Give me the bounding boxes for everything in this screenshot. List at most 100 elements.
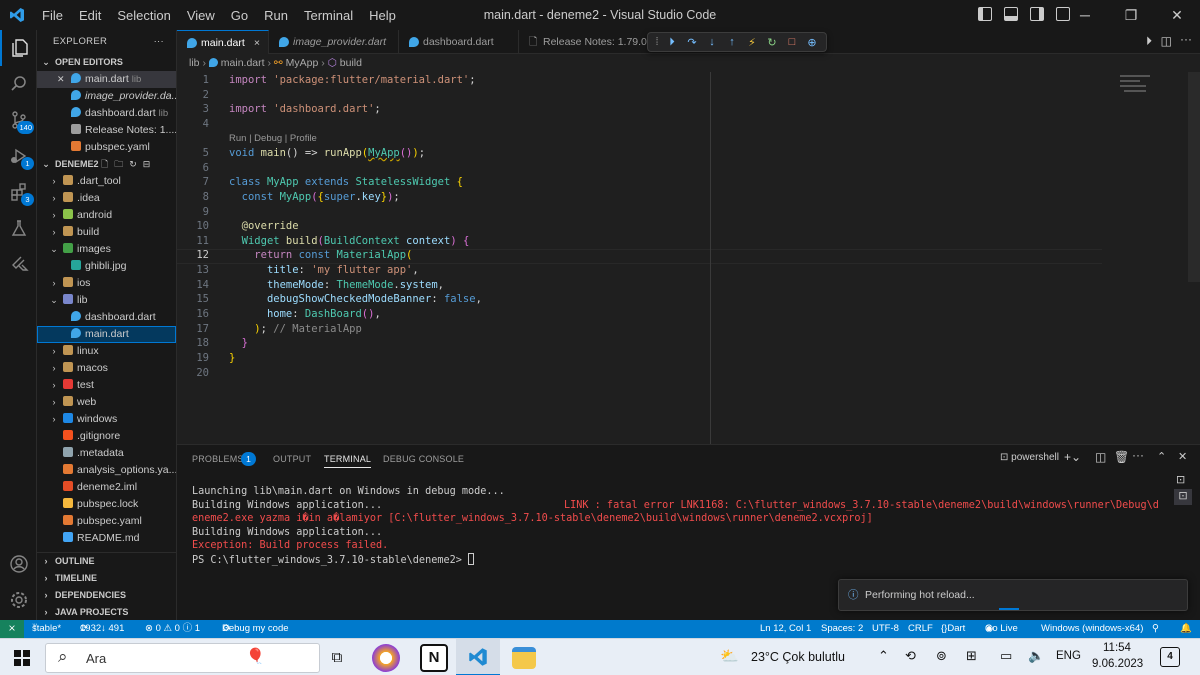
- eol[interactable]: CRLF: [908, 620, 933, 638]
- explorer-more-icon[interactable]: ···: [154, 30, 164, 54]
- tree-item[interactable]: › macos: [37, 360, 176, 377]
- tree-item[interactable]: pubspec.lock: [37, 496, 176, 513]
- tree-item[interactable]: dashboard.dart: [37, 309, 176, 326]
- explorer-actions-icons[interactable]: 🗋🗀↻⊟: [101, 156, 156, 173]
- tree-item[interactable]: main.dart: [37, 326, 176, 343]
- tab-dashboard[interactable]: dashboard.dart: [399, 30, 519, 54]
- menu-terminal[interactable]: Terminal: [296, 8, 361, 23]
- tab-output[interactable]: OUTPUT: [273, 454, 311, 464]
- menu-selection[interactable]: Selection: [109, 8, 178, 23]
- stop-icon[interactable]: □: [782, 36, 802, 48]
- encoding[interactable]: UTF-8: [872, 620, 899, 638]
- tab-main-dart[interactable]: main.dart ×: [177, 30, 269, 54]
- open-editors-header[interactable]: ⌄ OPEN EDITORS: [37, 54, 176, 71]
- menu-view[interactable]: View: [179, 8, 223, 23]
- notification-center-icon[interactable]: 4: [1160, 647, 1180, 667]
- restart-icon[interactable]: ↻: [762, 36, 782, 49]
- tree-item[interactable]: analysis_options.ya...: [37, 462, 176, 479]
- battery-icon[interactable]: ▭: [1000, 648, 1012, 664]
- section-header[interactable]: › OUTLINE: [37, 553, 176, 570]
- notion-app-icon[interactable]: N: [420, 644, 448, 672]
- show-hidden-icons-chevron-icon[interactable]: ⌃: [878, 648, 889, 664]
- device-selector[interactable]: Windows (windows-x64): [1041, 620, 1143, 638]
- menu-file[interactable]: File: [34, 8, 71, 23]
- terminal-profile[interactable]: ⊡ powershell: [1000, 452, 1059, 463]
- open-editor-item[interactable]: Release Notes: 1....: [37, 122, 176, 139]
- tree-item[interactable]: › windows: [37, 411, 176, 428]
- tree-item[interactable]: › web: [37, 394, 176, 411]
- indentation[interactable]: Spaces: 2: [821, 620, 863, 638]
- tree-item[interactable]: › .idea: [37, 190, 176, 207]
- flutter-icon[interactable]: [0, 246, 37, 282]
- continue-icon[interactable]: ⏵: [662, 36, 682, 49]
- clock-time[interactable]: 11:54: [1103, 642, 1131, 654]
- kill-terminal-icon[interactable]: 🗑: [1114, 450, 1129, 464]
- step-into-icon[interactable]: ↓: [702, 36, 722, 48]
- split-terminal-icon[interactable]: ◫: [1095, 450, 1106, 464]
- open-editor-item[interactable]: image_provider.da...: [37, 88, 176, 105]
- toggle-sidebar-icon[interactable]: [978, 7, 992, 21]
- maximize-panel-icon[interactable]: ⌃: [1157, 450, 1166, 463]
- more-panel-icon[interactable]: ···: [1132, 448, 1144, 462]
- tree-item[interactable]: › linux: [37, 343, 176, 360]
- windows-start-icon[interactable]: [14, 650, 30, 666]
- tree-item[interactable]: .gitignore: [37, 428, 176, 445]
- tab-debug-console[interactable]: DEBUG CONSOLE: [383, 454, 464, 464]
- tree-item[interactable]: README.md: [37, 530, 176, 547]
- settings-gear-icon[interactable]: [0, 582, 37, 618]
- hot-reload-icon[interactable]: ⚡: [742, 36, 762, 49]
- tab-close-icon[interactable]: ×: [254, 31, 260, 55]
- extensions-icon[interactable]: 3: [0, 174, 37, 210]
- split-editor-icon[interactable]: ◫: [1161, 34, 1172, 48]
- section-header[interactable]: › TIMELINE: [37, 570, 176, 587]
- menu-run[interactable]: Run: [256, 8, 296, 23]
- close-window-button[interactable]: ✕: [1154, 0, 1200, 30]
- codelens-run-debug[interactable]: Run | Debug | Profile: [229, 133, 317, 144]
- toggle-panel-icon[interactable]: [1004, 7, 1018, 21]
- restore-button[interactable]: ❐: [1108, 0, 1154, 30]
- open-editor-item[interactable]: ✕ main.dart lib: [37, 71, 176, 88]
- tree-item[interactable]: ⌄ lib: [37, 292, 176, 309]
- tree-item[interactable]: › android: [37, 207, 176, 224]
- account-icon[interactable]: [0, 546, 37, 582]
- section-header[interactable]: › DEPENDENCIES: [37, 587, 176, 604]
- open-editor-item[interactable]: dashboard.dart lib: [37, 105, 176, 122]
- taskbar-search[interactable]: ⌕ Ara 🎈: [45, 643, 320, 673]
- tray-sync-icon[interactable]: ⟲: [905, 648, 916, 664]
- tree-item[interactable]: › ios: [37, 275, 176, 292]
- terminal-list-icon[interactable]: ⊡: [1176, 473, 1185, 486]
- tree-item[interactable]: .metadata: [37, 445, 176, 462]
- project-header[interactable]: ⌄ DENEME2 🗋🗀↻⊟: [37, 156, 176, 173]
- toggle-secondary-sidebar-icon[interactable]: [1030, 7, 1044, 21]
- weather-text[interactable]: 23°C Çok bulutlu: [751, 650, 845, 664]
- breadcrumb-file[interactable]: main.dart: [221, 57, 265, 69]
- remote-icon[interactable]: ⨯: [0, 620, 24, 638]
- source-control-icon[interactable]: 140: [0, 102, 37, 138]
- file-explorer-icon[interactable]: [512, 647, 536, 669]
- tree-item[interactable]: › build: [37, 224, 176, 241]
- editor-scrollbar[interactable]: [1188, 72, 1200, 282]
- vscode-taskbar-icon[interactable]: [456, 639, 500, 675]
- breadcrumb-class[interactable]: MyApp: [286, 57, 319, 69]
- tree-item[interactable]: ghibli.jpg: [37, 258, 176, 275]
- cursor-position[interactable]: Ln 12, Col 1: [760, 620, 811, 638]
- input-language[interactable]: ENG: [1056, 650, 1081, 662]
- feedback-icon[interactable]: ⚲: [1152, 620, 1159, 638]
- inspect-icon[interactable]: ⊕: [802, 36, 822, 49]
- tree-item[interactable]: › .dart_tool: [37, 173, 176, 190]
- language-mode[interactable]: {} Dart: [941, 620, 965, 638]
- volume-icon[interactable]: 🔈: [1028, 648, 1044, 664]
- problems-status[interactable]: ⊗ 0 ⚠ 0 ⓘ 1: [145, 620, 200, 638]
- tree-item[interactable]: deneme2.iml: [37, 479, 176, 496]
- browser-app-icon[interactable]: [372, 644, 400, 672]
- menu-edit[interactable]: Edit: [71, 8, 109, 23]
- breadcrumb-lib[interactable]: lib: [189, 57, 200, 69]
- run-action-icon[interactable]: ⏵: [1146, 34, 1152, 49]
- section-header[interactable]: › JAVA PROJECTS: [37, 604, 176, 620]
- explorer-icon[interactable]: [0, 30, 37, 66]
- tab-release-notes[interactable]: 🗋 Release Notes: 1.79.0: [519, 30, 649, 54]
- drag-handle-icon[interactable]: ⁞: [652, 36, 662, 48]
- close-panel-icon[interactable]: ✕: [1178, 450, 1187, 463]
- tree-item[interactable]: ⌄ images: [37, 241, 176, 258]
- tree-item[interactable]: pubspec.yaml: [37, 513, 176, 530]
